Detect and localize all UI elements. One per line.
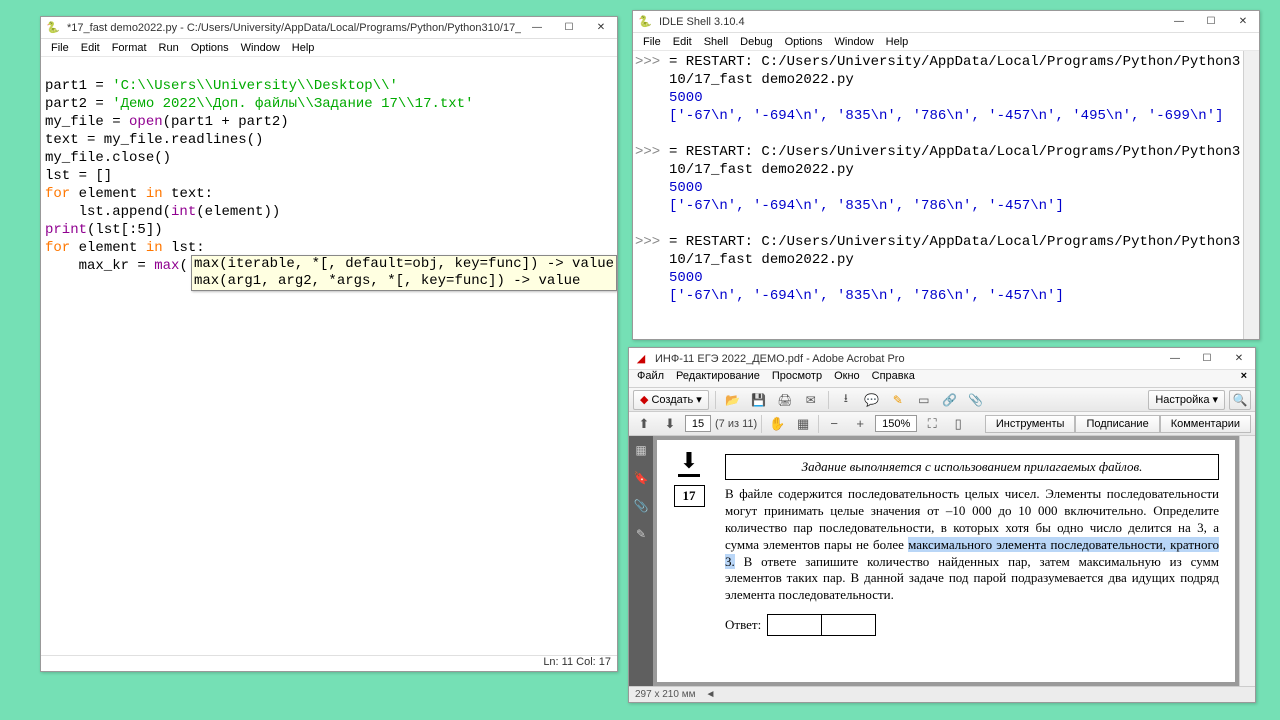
highlight-icon[interactable]: ✎ <box>887 390 909 410</box>
attach-icon[interactable]: 📎 <box>965 390 987 410</box>
acrobat-toolbar-nav: ⬆ ⬇ (7 из 11) ✋ ▦ − + ⛶ ▯ Инструменты По… <box>629 412 1255 436</box>
link-icon[interactable]: 🔗 <box>939 390 961 410</box>
zoom-out-icon[interactable]: − <box>823 414 845 434</box>
export-icon[interactable]: ⭳ <box>835 390 857 410</box>
minimize-button[interactable]: — <box>1163 11 1195 33</box>
acrobat-toolbar-main: ◆Создать▾ 📂 💾 🖨 ✉ ⭳ 💬 ✎ ▭ 🔗 📎 Настройка▾… <box>629 388 1255 412</box>
acrobat-statusbar: 297 x 210 мм ◄ <box>629 686 1255 702</box>
answer-box-1 <box>767 614 822 636</box>
create-button[interactable]: ◆Создать▾ <box>633 390 709 410</box>
select-tool-icon[interactable]: ▦ <box>792 414 814 434</box>
save-icon[interactable]: 💾 <box>748 390 770 410</box>
menu-help[interactable]: Help <box>880 36 915 48</box>
menu-window[interactable]: Окно <box>828 370 866 387</box>
minimize-button[interactable]: — <box>521 17 553 39</box>
page-count-label: (7 из 11) <box>715 418 757 430</box>
maximize-button[interactable]: ☐ <box>553 17 585 39</box>
shell-menubar: File Edit Shell Debug Options Window Hel… <box>633 33 1259 51</box>
zoom-in-icon[interactable]: + <box>849 414 871 434</box>
bookmarks-icon[interactable]: 🔖 <box>629 464 653 492</box>
doc-close-icon[interactable]: × <box>1235 370 1253 387</box>
idle-editor-window: 🐍 *17_fast demo2022.py - C:/Users/Univer… <box>40 16 618 672</box>
pdf-page[interactable]: ⬇ 17 Задание выполняется с использование… <box>657 440 1235 682</box>
editor-menubar: File Edit Format Run Options Window Help <box>41 39 617 57</box>
editor-title: *17_fast demo2022.py - C:/Users/Universi… <box>65 22 521 34</box>
menu-edit[interactable]: Edit <box>667 36 698 48</box>
acrobat-document-area: ▦ 🔖 📎 ✎ ⬇ 17 Задание выполняется с испол… <box>629 436 1255 686</box>
acrobat-window: ◢ ИНФ-11 ЕГЭ 2022_ДЕМО.pdf - Adobe Acrob… <box>628 347 1256 703</box>
minimize-button[interactable]: — <box>1159 348 1191 370</box>
shell-output-area[interactable]: >>> >>> >>> = RESTART: C:/Users/Universi… <box>633 51 1259 339</box>
scrollbar[interactable] <box>1239 436 1255 686</box>
maximize-button[interactable]: ☐ <box>1191 348 1223 370</box>
search-icon[interactable]: 🔍 <box>1229 390 1251 410</box>
scrollbar[interactable] <box>1243 51 1259 339</box>
menu-run[interactable]: Run <box>153 42 185 54</box>
acrobat-title: ИНФ-11 ЕГЭ 2022_ДЕМО.pdf - Adobe Acrobat… <box>653 353 1159 365</box>
fit-page-icon[interactable]: ▯ <box>947 414 969 434</box>
hand-tool-icon[interactable]: ✋ <box>766 414 788 434</box>
close-button[interactable]: ✕ <box>1223 348 1255 370</box>
hscroll-left-icon[interactable]: ◄ <box>705 689 715 700</box>
tools-panel-button[interactable]: Инструменты <box>985 415 1076 433</box>
answer-row: Ответ: <box>725 614 1219 636</box>
menu-format[interactable]: Format <box>106 42 153 54</box>
open-icon[interactable]: 📂 <box>722 390 744 410</box>
task-number: 17 <box>674 485 705 507</box>
menu-help[interactable]: Help <box>286 42 321 54</box>
editor-statusbar: Ln: 11 Col: 17 <box>41 655 617 671</box>
page-up-icon[interactable]: ⬆ <box>633 414 655 434</box>
menu-shell[interactable]: Shell <box>698 36 734 48</box>
mail-icon[interactable]: ✉ <box>800 390 822 410</box>
menu-edit[interactable]: Редактирование <box>670 370 766 387</box>
fit-width-icon[interactable]: ⛶ <box>921 414 943 434</box>
page-dimensions: 297 x 210 мм <box>635 689 695 700</box>
pdf-icon: ◢ <box>633 351 649 367</box>
close-button[interactable]: ✕ <box>1227 11 1259 33</box>
menu-view[interactable]: Просмотр <box>766 370 828 387</box>
editor-code-area[interactable]: part1 = 'C:\\Users\\University\\Desktop\… <box>41 57 617 655</box>
task-banner: Задание выполняется с использованием при… <box>725 454 1219 480</box>
idle-shell-window: 🐍 IDLE Shell 3.10.4 — ☐ ✕ File Edit Shel… <box>632 10 1260 340</box>
download-icon: ⬇ <box>673 448 705 477</box>
comment-icon[interactable]: 💬 <box>861 390 883 410</box>
page-number-field[interactable] <box>685 415 711 432</box>
menu-debug[interactable]: Debug <box>734 36 778 48</box>
menu-options[interactable]: Options <box>185 42 235 54</box>
zoom-field[interactable] <box>875 415 917 432</box>
shell-output: = RESTART: C:/Users/University/AppData/L… <box>667 51 1243 339</box>
shell-prompt-gutter: >>> >>> >>> <box>633 51 667 339</box>
python-icon: 🐍 <box>45 20 61 36</box>
menu-window[interactable]: Window <box>829 36 880 48</box>
signatures-icon[interactable]: ✎ <box>629 520 653 548</box>
acrobat-menubar: Файл Редактирование Просмотр Окно Справк… <box>629 370 1255 388</box>
calltip-tooltip: max(iterable, *[, default=obj, key=func]… <box>191 255 617 291</box>
acrobat-titlebar[interactable]: ◢ ИНФ-11 ЕГЭ 2022_ДЕМО.pdf - Adobe Acrob… <box>629 348 1255 370</box>
print-icon[interactable]: 🖨 <box>774 390 796 410</box>
shell-title: IDLE Shell 3.10.4 <box>657 16 1163 28</box>
page-down-icon[interactable]: ⬇ <box>659 414 681 434</box>
attachments-icon[interactable]: 📎 <box>629 492 653 520</box>
menu-edit[interactable]: Edit <box>75 42 106 54</box>
editor-titlebar[interactable]: 🐍 *17_fast demo2022.py - C:/Users/Univer… <box>41 17 617 39</box>
maximize-button[interactable]: ☐ <box>1195 11 1227 33</box>
acrobat-sidebar: ▦ 🔖 📎 ✎ <box>629 436 653 686</box>
answer-label: Ответ: <box>725 617 761 633</box>
menu-help[interactable]: Справка <box>866 370 921 387</box>
menu-options[interactable]: Options <box>779 36 829 48</box>
stamp-icon[interactable]: ▭ <box>913 390 935 410</box>
python-icon: 🐍 <box>637 14 653 30</box>
close-button[interactable]: ✕ <box>585 17 617 39</box>
settings-button[interactable]: Настройка▾ <box>1148 390 1225 410</box>
shell-titlebar[interactable]: 🐍 IDLE Shell 3.10.4 — ☐ ✕ <box>633 11 1259 33</box>
menu-window[interactable]: Window <box>235 42 286 54</box>
thumbnails-icon[interactable]: ▦ <box>629 436 653 464</box>
sign-panel-button[interactable]: Подписание <box>1075 415 1159 433</box>
comments-panel-button[interactable]: Комментарии <box>1160 415 1251 433</box>
answer-box-2 <box>821 614 876 636</box>
menu-file[interactable]: File <box>637 36 667 48</box>
menu-file[interactable]: Файл <box>631 370 670 387</box>
menu-file[interactable]: File <box>45 42 75 54</box>
task-text: В файле содержится последовательность це… <box>725 486 1219 604</box>
